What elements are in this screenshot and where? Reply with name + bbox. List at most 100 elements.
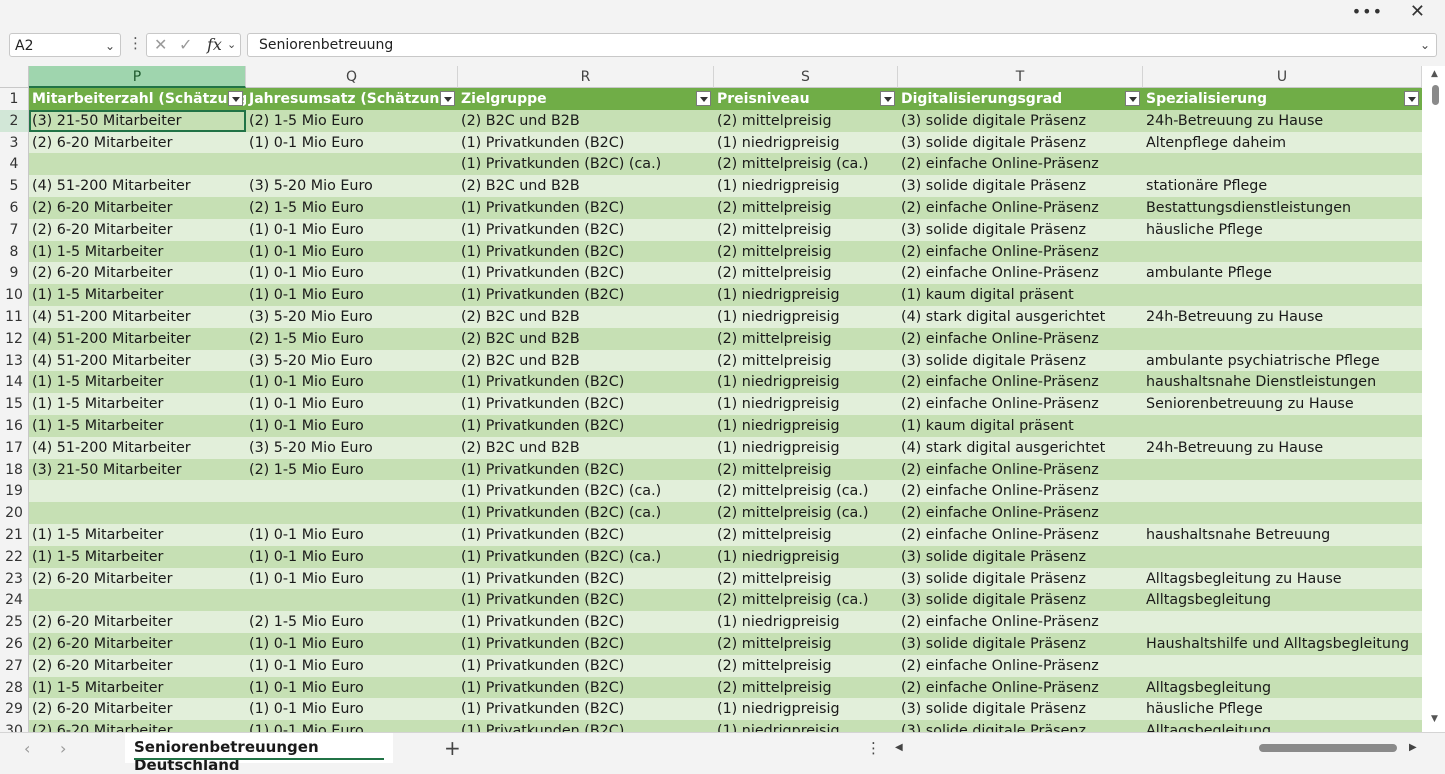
table-cell[interactable]: (4) 51-200 Mitarbeiter [29,350,246,372]
row-header[interactable]: 22 [0,545,29,568]
table-cell[interactable]: (1) 1-5 Mitarbeiter [29,284,246,306]
row-header[interactable]: 12 [0,327,29,350]
table-cell[interactable]: (2) einfache Online-Präsenz [898,524,1143,546]
select-all-corner[interactable] [0,66,29,88]
table-cell[interactable]: (2) einfache Online-Präsenz [898,241,1143,263]
scroll-down-icon[interactable]: ▼ [1431,714,1438,724]
table-cell[interactable] [1143,655,1422,677]
table-cell[interactable]: (2) mittelpreisig [714,110,898,132]
table-cell[interactable]: (1) Privatkunden (B2C) [458,568,714,590]
insert-function-icon[interactable]: fx [207,35,222,54]
table-cell[interactable]: (1) 0-1 Mio Euro [246,633,458,655]
formula-input[interactable]: Seniorenbetreuung ⌄ [247,33,1437,57]
column-header-p[interactable]: P [29,66,246,88]
table-cell[interactable]: (3) 5-20 Mio Euro [246,350,458,372]
table-cell[interactable]: (2) 1-5 Mio Euro [246,459,458,481]
table-cell[interactable]: (2) einfache Online-Präsenz [898,459,1143,481]
table-cell[interactable]: (2) mittelpreisig [714,328,898,350]
table-cell[interactable]: (1) 0-1 Mio Euro [246,132,458,154]
row-header[interactable]: 11 [0,306,29,328]
table-cell[interactable]: (3) solide digitale Präsenz [898,546,1143,568]
table-cell[interactable]: (4) stark digital ausgerichtet [898,306,1143,328]
table-cell[interactable]: (1) 0-1 Mio Euro [246,677,458,699]
close-icon[interactable]: ✕ [1410,1,1425,22]
table-cell[interactable]: (2) einfache Online-Präsenz [898,677,1143,699]
column-header-r[interactable]: R [458,66,714,88]
previous-sheet-icon[interactable]: ‹ [24,739,30,758]
table-cell[interactable]: (4) 51-200 Mitarbeiter [29,328,246,350]
table-cell[interactable]: (1) niedrigpreisig [714,437,898,459]
table-cell[interactable]: (2) einfache Online-Präsenz [898,480,1143,502]
row-header[interactable]: 14 [0,371,29,394]
table-cell[interactable] [1143,611,1422,633]
table-cell[interactable]: (1) 0-1 Mio Euro [246,284,458,306]
table-cell[interactable]: (3) solide digitale Präsenz [898,219,1143,241]
row-header[interactable]: 28 [0,676,29,699]
table-cell[interactable]: 24h-Betreuung zu Hause [1143,306,1422,328]
table-cell[interactable]: (2) B2C und B2B [458,350,714,372]
table-cell[interactable] [1143,328,1422,350]
column-header-q[interactable]: Q [246,66,458,88]
table-cell[interactable]: (1) kaum digital präsent [898,284,1143,306]
table-cell[interactable] [246,480,458,502]
column-header-t[interactable]: T [898,66,1143,88]
table-cell[interactable] [1143,480,1422,502]
table-cell[interactable]: (2) B2C und B2B [458,175,714,197]
table-cell[interactable]: (3) solide digitale Präsenz [898,568,1143,590]
table-cell[interactable]: (2) B2C und B2B [458,437,714,459]
table-cell[interactable]: (2) einfache Online-Präsenz [898,197,1143,219]
table-cell[interactable] [1143,153,1422,175]
row-header[interactable]: 5 [0,175,29,197]
table-cell[interactable]: (4) 51-200 Mitarbeiter [29,175,246,197]
table-cell[interactable]: (1) Privatkunden (B2C) [458,677,714,699]
table-cell[interactable]: (2) mittelpreisig [714,241,898,263]
table-cell[interactable]: (2) 6-20 Mitarbeiter [29,197,246,219]
table-cell[interactable] [246,502,458,524]
row-header[interactable]: 29 [0,698,29,721]
add-sheet-button[interactable]: + [444,736,461,760]
table-cell[interactable] [1143,459,1422,481]
table-cell[interactable]: (3) solide digitale Präsenz [898,633,1143,655]
filter-dropdown-icon[interactable] [880,91,895,106]
table-cell[interactable]: (3) solide digitale Präsenz [898,720,1143,732]
table-cell[interactable]: (4) stark digital ausgerichtet [898,437,1143,459]
table-cell[interactable] [1143,546,1422,568]
row-header[interactable]: 16 [0,415,29,437]
table-cell[interactable]: (1) 0-1 Mio Euro [246,262,458,284]
table-cell[interactable]: (2) mittelpreisig [714,524,898,546]
table-cell[interactable]: (3) solide digitale Präsenz [898,132,1143,154]
row-header[interactable]: 24 [0,589,29,612]
table-cell[interactable]: (2) 6-20 Mitarbeiter [29,720,246,732]
row-header[interactable]: 7 [0,218,29,241]
table-cell[interactable]: (2) B2C und B2B [458,306,714,328]
table-cell[interactable]: (3) solide digitale Präsenz [898,350,1143,372]
scroll-thumb[interactable] [1432,85,1439,105]
table-cell[interactable]: (2) 6-20 Mitarbeiter [29,633,246,655]
table-cell[interactable]: (2) 6-20 Mitarbeiter [29,698,246,720]
row-header[interactable]: 27 [0,654,29,677]
row-header[interactable]: 10 [0,284,29,306]
table-cell[interactable]: (1) 1-5 Mitarbeiter [29,393,246,415]
table-cell[interactable]: (2) einfache Online-Präsenz [898,393,1143,415]
table-cell[interactable]: Alltagsbegleitung [1143,720,1422,732]
table-cell[interactable]: haushaltsnahe Betreuung [1143,524,1422,546]
table-cell[interactable]: (2) einfache Online-Präsenz [898,328,1143,350]
table-cell[interactable]: (2) mittelpreisig [714,350,898,372]
table-cell[interactable]: Alltagsbegleitung [1143,677,1422,699]
confirm-icon[interactable]: ✓ [179,35,192,54]
table-cell[interactable]: (2) 1-5 Mio Euro [246,110,458,132]
row-header[interactable]: 17 [0,436,29,459]
row-header[interactable]: 30 [0,720,29,732]
table-cell[interactable]: (4) 51-200 Mitarbeiter [29,437,246,459]
table-cell[interactable]: (1) 0-1 Mio Euro [246,393,458,415]
table-cell[interactable]: (1) Privatkunden (B2C) (ca.) [458,153,714,175]
table-cell[interactable]: (1) Privatkunden (B2C) (ca.) [458,502,714,524]
table-cell[interactable]: (1) 1-5 Mitarbeiter [29,546,246,568]
table-cell[interactable]: (3) 5-20 Mio Euro [246,437,458,459]
table-cell[interactable]: (2) mittelpreisig [714,568,898,590]
table-cell[interactable]: (1) Privatkunden (B2C) [458,720,714,732]
table-header-cell[interactable]: Preisniveau [714,88,898,110]
row-header[interactable]: 15 [0,393,29,415]
expand-formula-icon[interactable]: ⌄ [1420,34,1430,56]
table-header-cell[interactable]: Jahresumsatz (Schätzung) [246,88,458,110]
